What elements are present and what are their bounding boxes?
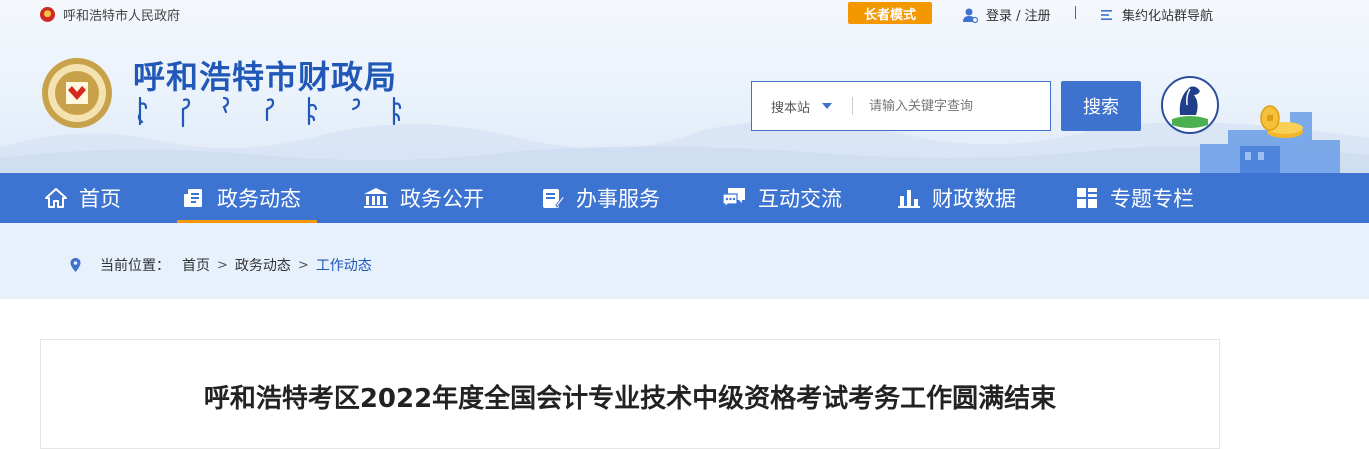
top-utility-bar: 呼和浩特市人民政府 长者模式 登录 / 注册 集约化站群导航: [0, 0, 1369, 28]
nav-item-news[interactable]: 政务动态: [183, 173, 301, 223]
site-group-nav-link[interactable]: 集约化站群导航: [1100, 5, 1213, 24]
list-menu-icon: [1101, 9, 1112, 20]
nav-item-interaction[interactable]: 互动交流: [722, 173, 842, 223]
breadcrumb-band: 当前位置： 首页 > 政务动态 > 工作动态: [0, 223, 1369, 299]
search-button[interactable]: 搜索: [1061, 81, 1141, 131]
site-title: 呼和浩特市财政局: [133, 58, 398, 96]
coins-illustration: [1200, 105, 1340, 173]
nav-item-services[interactable]: 办事服务: [542, 173, 660, 223]
search-scope-label: 搜本站: [771, 100, 811, 116]
building-icon: [364, 188, 388, 208]
login-register-link[interactable]: 登录 / 注册: [962, 5, 1051, 24]
breadcrumb-separator: >: [217, 257, 228, 273]
chat-icon: [722, 188, 745, 209]
breadcrumb-home[interactable]: 首页: [182, 255, 210, 275]
nav-item-special-topics[interactable]: 专题专栏: [1076, 173, 1194, 223]
search-box: 搜本站: [751, 81, 1051, 131]
bar-chart-icon: [898, 190, 920, 208]
service-icon: [543, 189, 564, 208]
gov-portal-link[interactable]: 呼和浩特市人民政府: [40, 5, 180, 24]
news-icon: [184, 189, 202, 207]
nav-item-label: 政务动态: [217, 187, 301, 211]
breadcrumb: 当前位置： 首页 > 政务动态 > 工作动态: [70, 255, 372, 275]
nav-item-home[interactable]: 首页: [45, 173, 121, 223]
breadcrumb-current[interactable]: 工作动态: [316, 255, 372, 275]
nav-item-label: 办事服务: [576, 187, 660, 211]
nav-item-label: 互动交流: [758, 187, 842, 211]
location-pin-icon: [70, 258, 81, 272]
site-group-nav-label: 集约化站群导航: [1122, 9, 1214, 24]
nav-item-finance-data[interactable]: 财政数据: [898, 173, 1016, 223]
home-icon: [45, 188, 67, 208]
grid-icon: [1077, 188, 1097, 208]
main-nav: 首页 政务动态 政务公开 办事服务 互动交流 财政数据 专题专栏: [0, 173, 1369, 223]
login-register-label: 登录 / 注册: [986, 9, 1051, 24]
gov-portal-label: 呼和浩特市人民政府: [63, 9, 181, 24]
elder-mode-button[interactable]: 长者模式: [848, 2, 932, 24]
topbar-divider: [1075, 6, 1076, 19]
article-title: 呼和浩特考区2022年度全国会计专业技术中级资格考试考务工作圆满结束: [203, 384, 1057, 414]
breadcrumb-news[interactable]: 政务动态: [235, 255, 291, 275]
national-emblem-icon: [40, 7, 55, 22]
search-input[interactable]: [853, 82, 1050, 130]
caret-down-icon: [822, 103, 833, 109]
breadcrumb-separator: >: [297, 257, 309, 273]
mongolian-script-title: [137, 96, 402, 128]
nav-item-public-affairs[interactable]: 政务公开: [364, 173, 484, 223]
nav-item-label: 财政数据: [932, 187, 1016, 211]
bureau-logo: [42, 58, 112, 128]
user-icon: [963, 8, 978, 23]
search-scope-select[interactable]: 搜本站: [752, 97, 852, 116]
nav-item-label: 政务公开: [400, 187, 484, 211]
article-card: 呼和浩特考区2022年度全国会计专业技术中级资格考试考务工作圆满结束: [40, 339, 1220, 449]
breadcrumb-prefix: 当前位置：: [100, 258, 170, 274]
nav-item-label: 专题专栏: [1110, 187, 1194, 211]
nav-item-label: 首页: [79, 187, 121, 211]
